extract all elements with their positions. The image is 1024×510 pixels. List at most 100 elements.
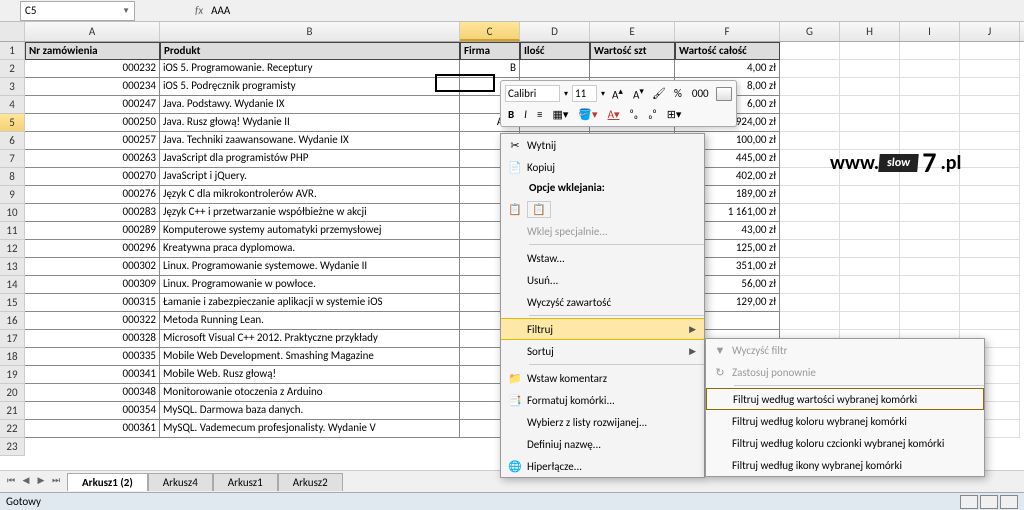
sheet-tab[interactable]: Arkusz2 (278, 473, 343, 491)
tab-prev-icon[interactable]: ◀ (19, 475, 33, 489)
header-cell[interactable]: Nr zamówienia (25, 42, 160, 60)
cell[interactable]: 000315 (25, 294, 160, 312)
cell[interactable] (960, 312, 1020, 330)
cell[interactable] (960, 240, 1020, 258)
cell[interactable] (520, 60, 590, 78)
cell[interactable] (900, 114, 960, 132)
row-header[interactable]: 19 (0, 366, 25, 384)
cell[interactable] (960, 276, 1020, 294)
tab-first-icon[interactable]: ⏮ (4, 475, 18, 489)
percent-icon[interactable]: % (671, 86, 685, 101)
cell[interactable] (780, 42, 840, 60)
cell[interactable]: Metoda Running Lean. (160, 312, 460, 330)
cell[interactable] (780, 186, 840, 204)
row-header[interactable]: 10 (0, 204, 25, 222)
cell[interactable]: 000309 (25, 276, 160, 294)
cell[interactable] (900, 294, 960, 312)
cell[interactable] (590, 60, 675, 78)
header-cell[interactable]: Firma (460, 42, 520, 60)
font-color-icon[interactable]: A▾ (605, 107, 623, 122)
decrease-decimal-icon[interactable]: ⁰₀ (626, 107, 641, 122)
row-header[interactable]: 14 (0, 276, 25, 294)
cell[interactable] (960, 150, 1020, 168)
col-header-i[interactable]: I (900, 22, 960, 41)
cell[interactable] (960, 222, 1020, 240)
cell[interactable]: Język C dla mikrokontrolerów AVR. (160, 186, 460, 204)
cell[interactable]: iOS 5. Podręcznik programisty (160, 78, 460, 96)
col-header-h[interactable]: H (840, 22, 900, 41)
cell[interactable] (780, 240, 840, 258)
cell[interactable] (900, 96, 960, 114)
cell[interactable] (960, 168, 1020, 186)
increase-font-icon[interactable]: A▴ (609, 85, 626, 103)
cell[interactable] (840, 204, 900, 222)
cell[interactable]: 000232 (25, 60, 160, 78)
submenu-filter-by-font-color[interactable]: Filtruj według koloru czcionki wybranej … (706, 432, 984, 454)
menu-sort[interactable]: Sortuj ▶ (501, 340, 704, 362)
menu-delete[interactable]: Usuń... (501, 269, 704, 291)
submenu-filter-by-color[interactable]: Filtruj według koloru wybranej komórki (706, 410, 984, 432)
row-header[interactable]: 3 (0, 78, 25, 96)
submenu-filter-by-value[interactable]: Filtruj według wartości wybranej komórki (706, 388, 984, 410)
thousands-icon[interactable]: 000 (689, 86, 712, 101)
cell[interactable] (960, 258, 1020, 276)
cell[interactable]: Java. Podstawy. Wydanie IX (160, 96, 460, 114)
cell[interactable]: 000341 (25, 366, 160, 384)
menu-define-name[interactable]: Definiuj nazwę... (501, 433, 704, 455)
cell[interactable] (780, 78, 840, 96)
cell[interactable] (840, 312, 900, 330)
block-icon[interactable] (716, 87, 732, 101)
cell[interactable] (780, 312, 840, 330)
bold-icon[interactable]: B (505, 107, 517, 122)
italic-icon[interactable]: I (521, 107, 530, 122)
select-all-cell[interactable] (0, 22, 25, 41)
sheet-tab[interactable]: Arkusz4 (148, 473, 213, 491)
cell[interactable] (780, 276, 840, 294)
cell[interactable]: 000322 (25, 312, 160, 330)
view-normal-icon[interactable] (960, 495, 978, 509)
cell[interactable]: Linux. Programowanie w powłoce. (160, 276, 460, 294)
menu-format-cells[interactable]: 📑 Formatuj komórki... (501, 389, 704, 411)
cell[interactable]: Komputerowe systemy automatyki przemysło… (160, 222, 460, 240)
cell[interactable] (960, 96, 1020, 114)
cell[interactable] (900, 240, 960, 258)
borders-icon[interactable]: ▦▾ (549, 107, 571, 122)
cell[interactable] (900, 204, 960, 222)
cell[interactable] (780, 222, 840, 240)
cell[interactable] (900, 276, 960, 294)
cell[interactable]: 000354 (25, 402, 160, 420)
menu-paste-special[interactable]: Wklej specjalnie... (501, 220, 704, 242)
cell[interactable]: MySQL. Vademecum profesjonalisty. Wydani… (160, 420, 460, 438)
cell[interactable]: 000328 (25, 330, 160, 348)
cell[interactable] (840, 258, 900, 276)
cell[interactable]: 000335 (25, 348, 160, 366)
cell[interactable] (960, 204, 1020, 222)
col-header-b[interactable]: B (160, 22, 460, 41)
cell[interactable] (900, 258, 960, 276)
col-header-g[interactable]: G (780, 22, 840, 41)
fill-color-icon[interactable]: 🪣▾ (575, 107, 600, 122)
cell[interactable] (840, 42, 900, 60)
row-header[interactable]: 12 (0, 240, 25, 258)
submenu-clear-filter[interactable]: ▼ Wyczyść filtr (706, 339, 984, 361)
cell[interactable] (900, 186, 960, 204)
increase-decimal-icon[interactable]: ₀⁰ (645, 107, 660, 122)
cell[interactable] (960, 132, 1020, 150)
fx-icon[interactable]: fx (195, 4, 203, 17)
row-header[interactable]: 2 (0, 60, 25, 78)
cell[interactable]: JavaScript i jQuery. (160, 168, 460, 186)
menu-cut[interactable]: ✂ Wytnij (501, 134, 704, 156)
cell[interactable]: 000263 (25, 150, 160, 168)
cell[interactable]: Microsoft Visual C++ 2012. Praktyczne pr… (160, 330, 460, 348)
cell[interactable] (780, 60, 840, 78)
cell[interactable]: Mobile Web Development. Smashing Magazin… (160, 348, 460, 366)
format-painter-icon[interactable]: 🖌 (651, 86, 667, 102)
col-header-c[interactable]: C (460, 22, 520, 41)
menu-clear[interactable]: Wyczyść zawartość (501, 291, 704, 313)
cell[interactable] (840, 114, 900, 132)
cell[interactable]: 000348 (25, 384, 160, 402)
menu-filter[interactable]: Filtruj ▶ (501, 318, 704, 340)
cell[interactable]: 000276 (25, 186, 160, 204)
tab-last-icon[interactable]: ⏭ (49, 475, 63, 489)
row-header[interactable]: 18 (0, 348, 25, 366)
